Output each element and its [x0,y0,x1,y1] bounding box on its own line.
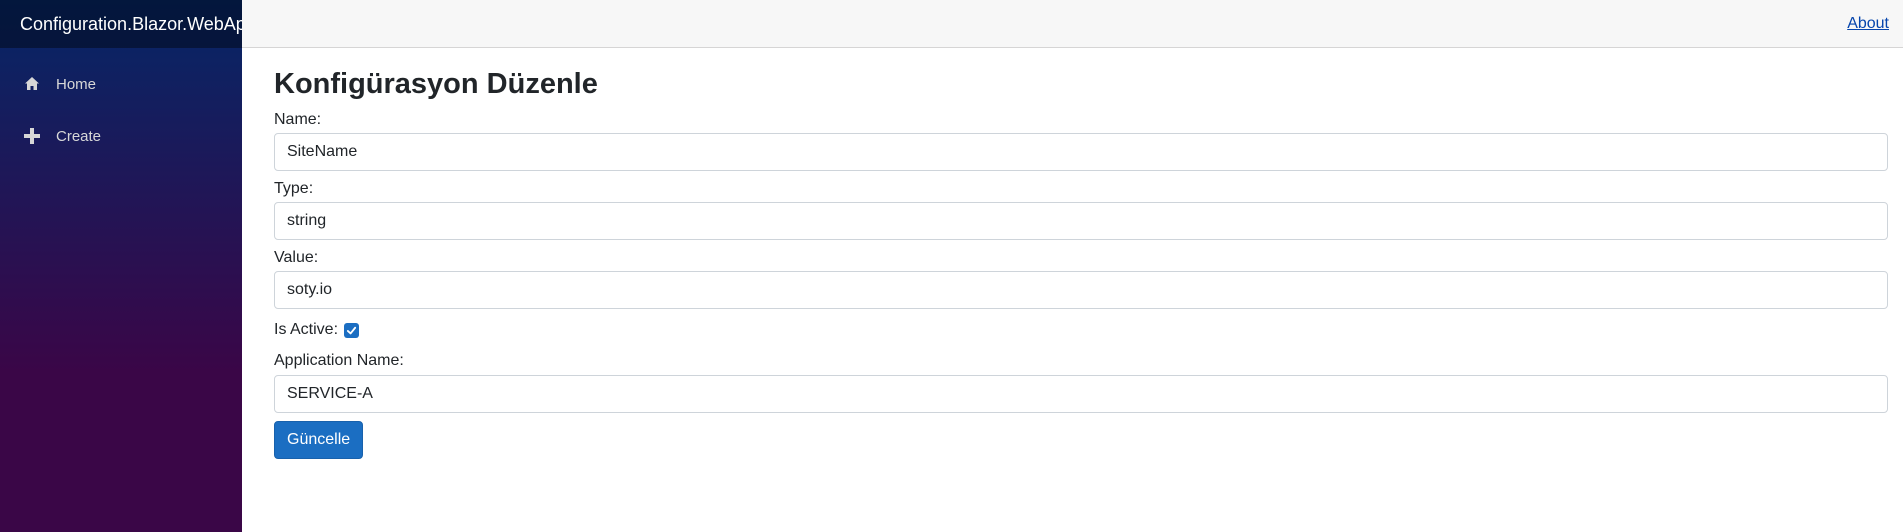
sidebar-item-home[interactable]: Home [0,62,242,106]
sidebar-item-create[interactable]: Create [0,114,242,158]
type-input[interactable] [274,202,1888,241]
update-button[interactable]: Güncelle [274,420,364,459]
value-input[interactable] [274,271,1888,310]
sidebar-item-label: Create [56,127,102,145]
top-bar: About [242,0,1903,48]
app-brand[interactable]: Configuration.Blazor.WebApp [20,14,242,35]
about-link[interactable]: About [1847,15,1889,33]
checkmark-icon [346,326,357,335]
home-icon [22,74,42,94]
page-title: Konfigürasyon Düzenle [274,68,598,100]
application-name-input[interactable] [274,374,1888,413]
application-name-label: Application Name: [274,352,404,370]
type-label: Type: [274,179,314,197]
sidebar-nav: Home Create [0,48,242,158]
is-active-row: Is Active: [274,319,1888,341]
value-label: Value: [274,249,319,267]
sidebar-header: Configuration.Blazor.WebApp [0,0,242,48]
is-active-checkbox[interactable] [344,322,360,338]
sidebar: Configuration.Blazor.WebApp Home Create [0,0,242,532]
plus-icon [22,126,42,146]
name-label: Name: [274,110,322,128]
is-active-label: Is Active: [274,321,339,339]
name-input[interactable] [274,132,1888,171]
sidebar-item-label: Home [56,75,97,93]
main-content: Konfigürasyon Düzenle Name: Type: Value:… [274,48,1888,459]
